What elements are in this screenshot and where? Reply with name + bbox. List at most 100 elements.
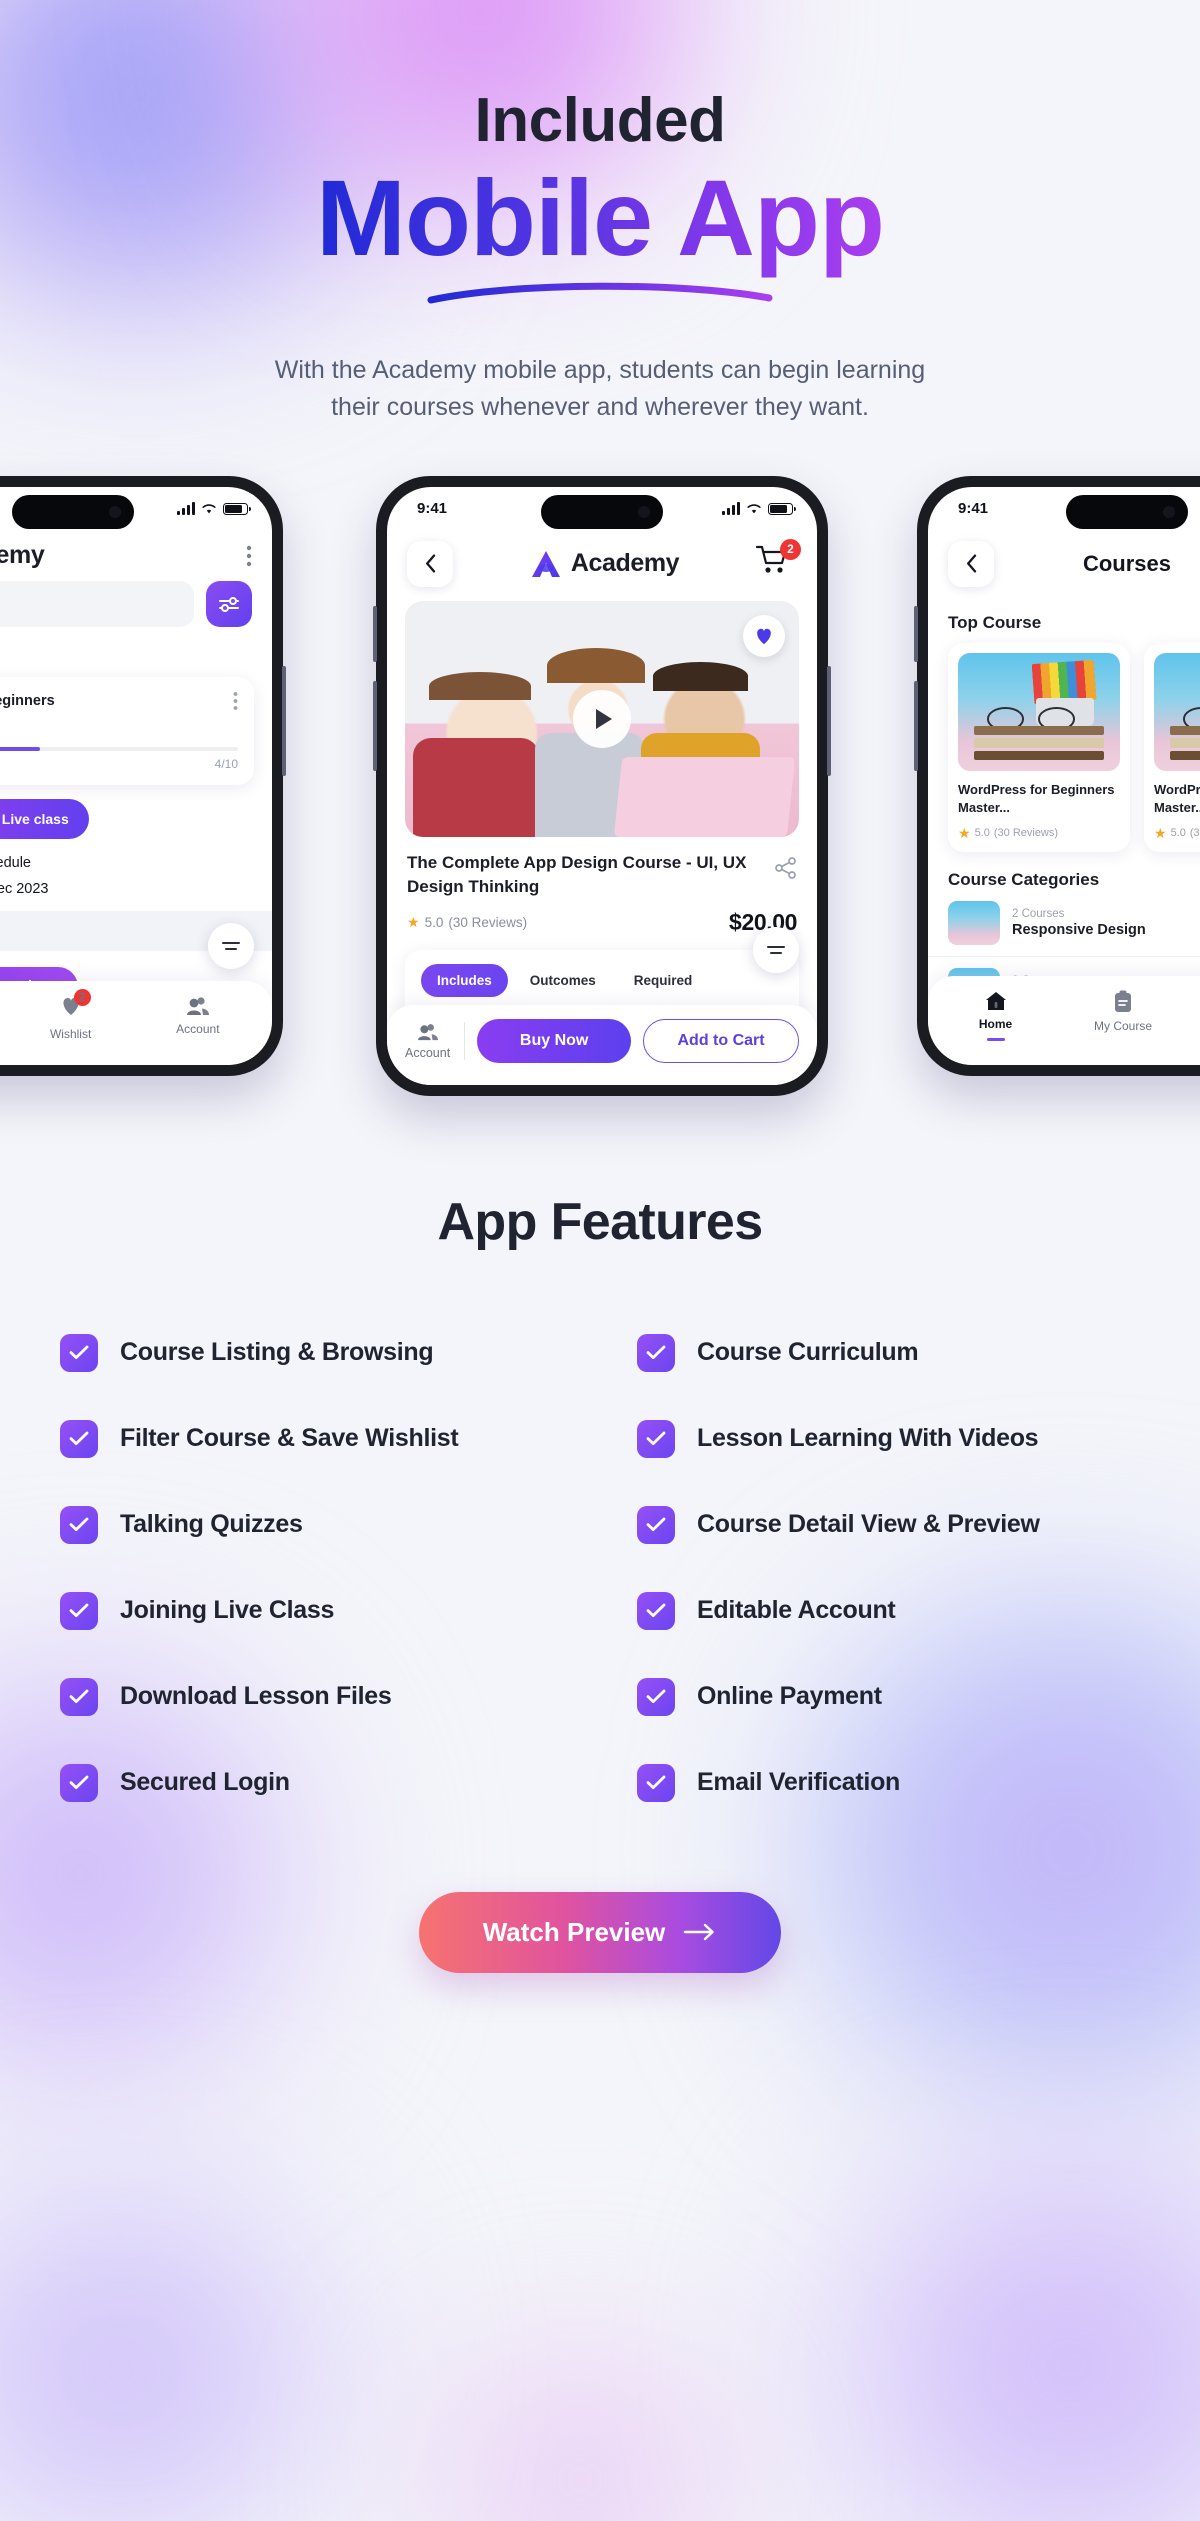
people-icon xyxy=(186,997,209,1015)
course-title: The Complete App Design Course - UI, UX … xyxy=(407,852,747,897)
filter-lines-icon xyxy=(767,945,785,954)
star-icon: ★ xyxy=(958,824,971,841)
cellular-icon xyxy=(722,501,740,515)
phone-right: 9:41 Courses Top Course WordPress for Be… xyxy=(914,475,1200,1076)
course-tabs[interactable]: Includes Outcomes Required xyxy=(421,964,783,998)
features-title: App Features xyxy=(437,1192,763,1251)
course-preview-image[interactable] xyxy=(405,600,799,837)
phone-mockups: Academy xyxy=(0,475,1200,1096)
back-button[interactable] xyxy=(407,540,453,587)
bottom-nav-right[interactable]: Home My Course xyxy=(928,975,1200,1065)
academy-logo-icon xyxy=(531,550,560,577)
course-thumbnail xyxy=(958,652,1120,771)
tab-required[interactable]: Required xyxy=(618,964,709,997)
course-reviews: (30 Reviews) xyxy=(448,915,528,931)
brand-logo: Academy xyxy=(529,549,680,579)
filter-button[interactable] xyxy=(206,580,252,627)
feature-item: Download Lesson Files xyxy=(60,1654,593,1740)
nav-item-wishlist[interactable]: 2 Wishlist xyxy=(50,988,91,1041)
feature-item: Email Verification xyxy=(607,1740,1140,1826)
check-icon xyxy=(60,1333,98,1372)
filter-lines-icon xyxy=(222,941,240,950)
course-card[interactable]: WordPress for Beginners Master... ★ 5.0 … xyxy=(1144,642,1200,852)
wishlist-heart-button[interactable] xyxy=(743,614,785,657)
cart-button[interactable]: 2 xyxy=(755,538,801,584)
top-course-carousel[interactable]: WordPress for Beginners Master... ★ 5.0 … xyxy=(928,633,1200,852)
brand-logo: Academy xyxy=(0,541,45,571)
feature-item: Talking Quizzes xyxy=(60,1482,593,1568)
add-to-cart-button[interactable]: Add to Cart xyxy=(643,1018,800,1063)
more-vertical-icon[interactable] xyxy=(233,691,238,711)
feature-label: Course Detail View & Preview xyxy=(697,1510,1040,1539)
hero-eyebrow: Included xyxy=(474,86,726,155)
phone-left: Academy xyxy=(0,475,286,1076)
heart-icon xyxy=(757,628,771,645)
category-row[interactable]: 2 Courses Responsive Design xyxy=(928,890,1200,957)
dynamic-island xyxy=(1066,494,1188,529)
feature-item: Course Curriculum xyxy=(607,1310,1140,1396)
nav-item-account[interactable]: Account xyxy=(176,995,220,1036)
chevron-left-icon xyxy=(966,554,976,573)
live-class-button[interactable]: Live class xyxy=(0,798,89,839)
nav-item-my-course[interactable]: My Course xyxy=(1094,990,1152,1033)
category-name: Responsive Design xyxy=(1012,921,1146,938)
check-icon xyxy=(60,1763,98,1802)
clipboard-icon xyxy=(1114,990,1131,1012)
search-input[interactable] xyxy=(0,580,194,627)
nav-item-home[interactable]: Home xyxy=(979,990,1012,1041)
feature-label: Course Listing & Browsing xyxy=(120,1338,434,1367)
check-icon xyxy=(60,1591,98,1630)
course-progress-card[interactable]: dPress for Beginners ter 4/10 xyxy=(0,676,254,785)
categories-heading: Course Categories xyxy=(948,869,1100,889)
filter-fab-left[interactable] xyxy=(208,922,254,969)
bottom-nav-left[interactable]: Course 2 Wishlist xyxy=(0,980,272,1065)
category-thumbnail xyxy=(948,900,1000,945)
battery-icon xyxy=(768,502,796,515)
feature-label: Secured Login xyxy=(120,1768,290,1797)
more-vertical-icon[interactable] xyxy=(246,544,252,568)
star-icon: ★ xyxy=(1154,824,1167,841)
phone-center: 9:41 Academy 2 The Complete App Design C… xyxy=(373,475,831,1096)
feature-label: Lesson Learning With Videos xyxy=(697,1424,1039,1453)
course-card-title-1: dPress for Beginners xyxy=(0,692,55,709)
feature-item: Editable Account xyxy=(607,1568,1140,1654)
course-card-rating: 5.0 xyxy=(1170,827,1186,840)
progress-label: 4/10 xyxy=(214,756,238,771)
feature-label: Editable Account xyxy=(697,1596,896,1625)
watch-preview-button[interactable]: Watch Preview xyxy=(418,1891,782,1973)
course-thumbnail xyxy=(1154,652,1200,771)
status-bar-center: 9:41 xyxy=(387,487,817,531)
home-icon xyxy=(985,991,1006,1010)
course-card-rating: 5.0 xyxy=(974,827,990,840)
feature-label: Email Verification xyxy=(697,1768,901,1797)
account-button[interactable]: Account xyxy=(405,1021,466,1060)
arrow-right-icon xyxy=(684,1924,714,1941)
brand-name: Academy xyxy=(0,541,45,570)
filter-fab-center[interactable] xyxy=(753,926,799,973)
share-icon[interactable] xyxy=(775,857,797,879)
status-time: 9:41 xyxy=(958,500,989,518)
feature-label: Download Lesson Files xyxy=(120,1682,392,1711)
check-icon xyxy=(60,1419,98,1458)
schedule-heading: m live class schedule xyxy=(0,854,31,871)
feature-label: Filter Course & Save Wishlist xyxy=(120,1424,459,1453)
purchase-bar: Account Buy Now Add to Cart xyxy=(387,1004,817,1085)
tab-includes[interactable]: Includes xyxy=(421,964,508,998)
back-button[interactable] xyxy=(948,540,994,587)
section-title-left: se xyxy=(0,627,272,667)
check-icon xyxy=(637,1333,675,1372)
course-card-title: WordPress for Beginners Master... xyxy=(1154,781,1200,815)
features-grid: Course Listing & Browsing Course Curricu… xyxy=(0,1252,1200,1826)
app-header-center: Academy 2 xyxy=(387,531,817,593)
tab-outcomes[interactable]: Outcomes xyxy=(514,964,612,997)
nav-label: Home xyxy=(978,1016,1013,1031)
status-bar-left xyxy=(0,487,272,531)
play-button[interactable] xyxy=(573,689,631,748)
buy-now-button[interactable]: Buy Now xyxy=(477,1018,632,1063)
chevron-left-icon xyxy=(425,554,435,573)
status-time: 9:41 xyxy=(417,500,448,518)
dynamic-island xyxy=(541,494,663,529)
battery-icon xyxy=(223,502,251,515)
course-card[interactable]: WordPress for Beginners Master... ★ 5.0 … xyxy=(948,642,1130,852)
check-icon xyxy=(637,1419,675,1458)
